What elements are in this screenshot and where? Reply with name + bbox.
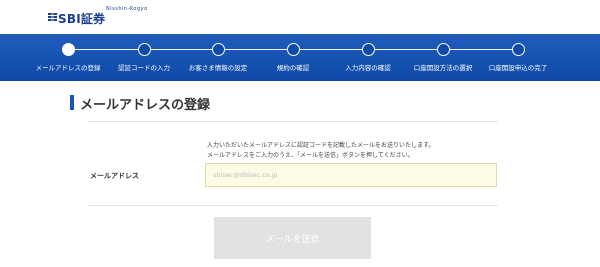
step-7-circle-icon (512, 43, 525, 56)
divider (88, 205, 498, 206)
site-header: Nisshin-Kogyo SBI証券 (0, 0, 600, 34)
logo-subtext: Nisshin-Kogyo (106, 6, 148, 12)
step-1-label: メールアドレスの登録 (35, 64, 101, 72)
step-3-label: お客さま情報の設定 (188, 64, 248, 72)
instruction-line-2: メールアドレスをご入力のうえ、「メールを送信」ボタンを押してください。 (207, 152, 414, 159)
logo-mark-icon (48, 11, 57, 23)
step-4-circle-icon (287, 43, 300, 56)
email-input[interactable] (205, 163, 497, 187)
logo-text: SBI証券 (58, 12, 106, 26)
step-6-label: 口座開設方法の選択 (413, 64, 473, 72)
step-5-circle-icon (362, 43, 375, 56)
title-accent-bar (70, 95, 74, 110)
step-3-circle-icon (212, 43, 225, 56)
page-title: メールアドレスの登録 (80, 98, 211, 113)
step-1-circle-icon (62, 43, 75, 56)
email-label: メールアドレス (90, 172, 139, 180)
instruction-line-1: 入力いただいたメールアドレスに認証コードを記載したメールをお送りいたします。 (207, 142, 435, 149)
send-email-button[interactable]: メールを送信 (214, 217, 371, 259)
step-2-circle-icon (138, 43, 151, 56)
step-6-circle-icon (437, 43, 450, 56)
step-2-label: 認証コードの入力 (118, 64, 170, 72)
divider (88, 121, 498, 122)
step-4-label: 規約の確認 (276, 64, 310, 72)
progress-steps: メールアドレスの登録 認証コードの入力 お客さま情報の設定 規約の確認 入力内容の確認 口… (0, 34, 600, 81)
step-7-label: 口座開設申込の完了 (488, 64, 548, 72)
step-5-label: 入力内容の確認 (345, 64, 391, 72)
